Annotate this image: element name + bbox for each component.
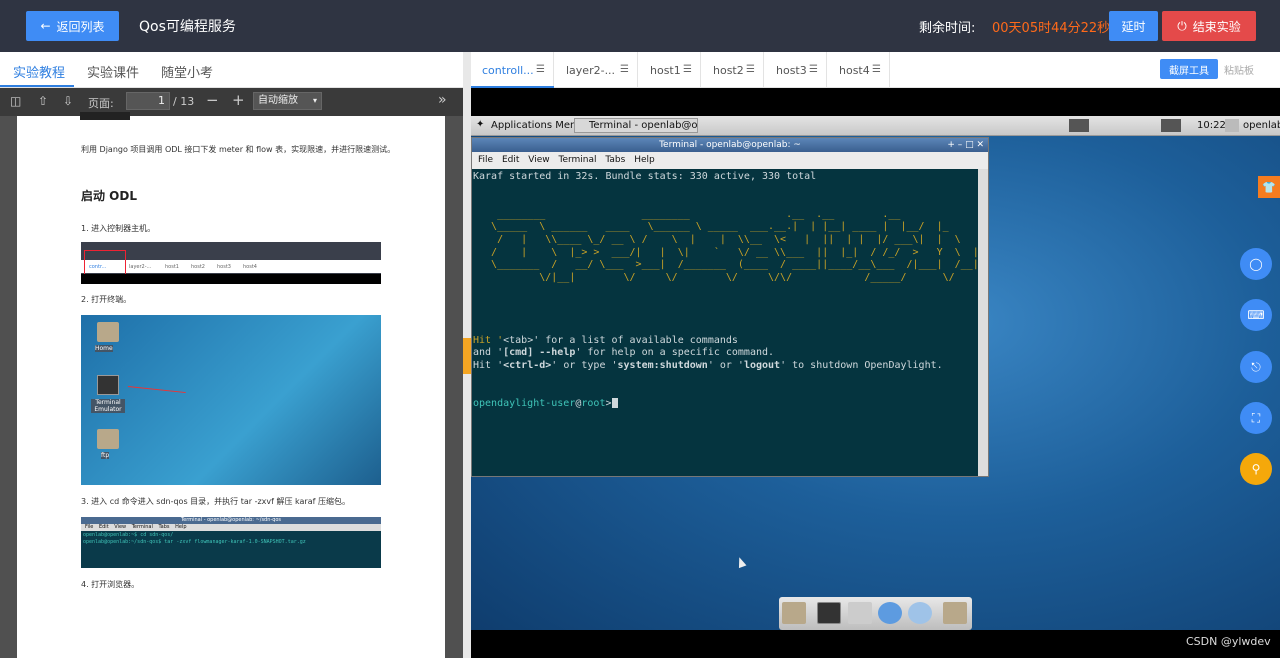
window-controls[interactable]: + – □ ✕ [947,138,984,152]
tab-host1[interactable]: host1 ☰ [639,52,701,88]
menu-icon[interactable]: ☰ [809,64,818,75]
doc-step-3: 3. 进入 cd 命令进入 sdn-qos 目录，并执行 tar -zxvf 解… [81,497,350,506]
shell-prompt[interactable]: opendaylight-user@root> [473,397,977,411]
tool-network-icon[interactable]: ⎋ [1240,351,1272,383]
feedback-tab-icon[interactable]: 👕 [1258,176,1280,198]
help-line-2: and '[cmd] --help' for help on a specifi… [473,347,775,359]
menu-terminal[interactable]: Terminal [558,155,596,165]
zoom-select[interactable]: 自动缩放 ▾ [253,92,322,110]
active-tab-indicator [0,85,74,87]
terminal-launcher-icon[interactable] [817,602,841,624]
top-bar: ← 返回列表 Qos可编程服务 剩余时间: 00天05时44分22秒 延时 ⏻ … [0,0,1280,52]
search-icon[interactable] [908,602,932,624]
web-browser-icon[interactable] [878,602,902,624]
back-to-list-button[interactable]: ← 返回列表 [26,11,119,41]
folder-icon[interactable] [943,602,967,624]
workspace-2[interactable] [1161,119,1181,132]
menu-tabs[interactable]: Tabs [605,155,625,165]
tab-layer2[interactable]: layer2-... ☰ [555,52,638,88]
menu-help[interactable]: Help [634,155,655,165]
xfce-top-panel: ✦ Applications Menu Terminal - openlab@o… [471,116,1280,136]
tab-courseware[interactable]: 实验课件 [87,62,139,81]
figure-desktop: Home Terminal Emulator ftp [81,315,381,485]
left-tab-bar: 实验教程 实验课件 随堂小考 [0,52,463,88]
taskbar-terminal[interactable]: Terminal - openlab@ope... [574,118,698,133]
page-number-input[interactable]: 1 [126,92,170,110]
menu-icon[interactable]: ☰ [536,64,545,75]
page-label: 页面: [88,97,114,110]
menu-icon[interactable]: ☰ [746,64,755,75]
next-page-icon[interactable]: ⇩ [63,94,73,108]
menu-icon[interactable]: ☰ [872,64,881,75]
pdf-page: 利用 Django 项目调用 ODL 接口下发 meter 和 flow 表，实… [17,112,445,658]
clipboard-button[interactable]: 粘贴板 [1224,62,1254,77]
red-arrow [127,386,186,394]
menu-edit[interactable]: Edit [502,155,519,165]
figure-terminal: Terminal - openlab@openlab: ~/sdn-qos Fi… [81,517,381,568]
doc-heading: 启动 ODL [81,189,137,203]
menu-icon[interactable]: ☰ [683,64,692,75]
terminal-output[interactable]: Karaf started in 32s. Bundle stats: 330 … [472,169,978,476]
tool-keyboard-icon[interactable]: ⌨ [1240,299,1272,331]
file-manager-icon[interactable] [848,602,872,624]
tab-host4[interactable]: host4 ☰ [828,52,890,88]
help-line-3: Hit '<ctrl-d>' or type 'system:shutdown'… [473,359,943,371]
xfce-dock [779,597,972,630]
ascii-art: ________ ________ .__ .__ .__ \_____ \ _… [473,208,978,283]
mouse-icon: ✦ [476,119,485,130]
end-experiment-button[interactable]: ⏻ 结束实验 [1162,11,1256,41]
zoom-in-icon[interactable]: + [232,91,245,109]
username: openlab [1243,120,1280,131]
figure-tabs: contr... layer2-... host1 host2 host3 ho… [81,242,381,284]
vm-tab-bar: controll... ☰ layer2-... ☰ host1 ☰ host2 ☰ h… [471,52,1280,88]
terminal-scrollbar[interactable] [978,169,988,476]
menu-view[interactable]: View [528,155,549,165]
clock: 10:22 [1197,120,1226,131]
page-total: / 13 [173,95,195,108]
zoom-out-icon[interactable]: − [206,91,219,109]
tab-controller[interactable]: controll... ☰ [471,52,554,88]
menu-icon[interactable]: ☰ [620,64,629,75]
doc-step-2: 2. 打开终端。 [81,295,132,304]
page-title: Qos可编程服务 [139,19,236,35]
show-desktop-icon[interactable] [782,602,806,624]
tab-quiz[interactable]: 随堂小考 [161,62,213,81]
ftp-folder-icon [97,429,119,449]
terminal-icon [97,375,119,395]
terminal-menubar: File Edit View Terminal Tabs Help [472,152,988,169]
doc-step-4: 4. 打开浏览器。 [81,580,140,589]
more-tools-icon[interactable]: » [438,92,447,108]
sidebar-toggle-icon[interactable]: ◫ [10,94,21,108]
menu-file[interactable]: File [478,155,493,165]
workspace-1[interactable] [1069,119,1089,132]
tab-tutorial[interactable]: 实验教程 [13,62,65,81]
highlight-box [84,250,126,276]
cursor [611,397,618,408]
doc-intro: 利用 Django 项目调用 ODL 接口下发 meter 和 flow 表，实… [81,145,396,154]
pdf-toolbar: ◫ ⇧ ⇩ 页面: 1 / 13 − + 自动缩放 ▾ » [0,88,463,116]
help-line-1: Hit '<tab>' for a list of available comm… [473,334,738,346]
screenshot-tool-button[interactable]: 截屏工具 [1160,59,1218,79]
terminal-window[interactable]: Terminal - openlab@openlab: ~ + – □ ✕ Fi… [471,137,989,477]
tab-host2[interactable]: host2 ☰ [702,52,764,88]
splitter-handle[interactable] [463,338,471,374]
arrow-left-icon: ← [40,19,51,33]
doc-step-1: 1. 进入控制器主机。 [81,224,156,233]
chevron-down-icon: ▾ [312,96,317,105]
tab-host3[interactable]: host3 ☰ [765,52,827,88]
delay-button[interactable]: 延时 [1109,11,1158,41]
prev-page-icon[interactable]: ⇧ [38,94,48,108]
remaining-time-label: 剩余时间: [919,21,976,36]
applications-menu[interactable]: Applications Menu [491,120,583,131]
user-icon [1225,119,1239,132]
power-icon: ⏻ [1177,18,1187,33]
tool-fullscreen-icon[interactable]: ⛶ [1240,402,1272,434]
remaining-time-value: 00天05时44分22秒 [992,21,1111,36]
home-folder-icon [97,322,119,342]
cut-heading [80,112,130,120]
tool-key-icon[interactable]: ⚲ [1240,453,1272,485]
terminal-titlebar[interactable]: Terminal - openlab@openlab: ~ + – □ ✕ [472,138,988,152]
tool-switch-icon[interactable]: ◯ [1240,248,1272,280]
watermark: CSDN @ylwdev [1186,635,1271,648]
